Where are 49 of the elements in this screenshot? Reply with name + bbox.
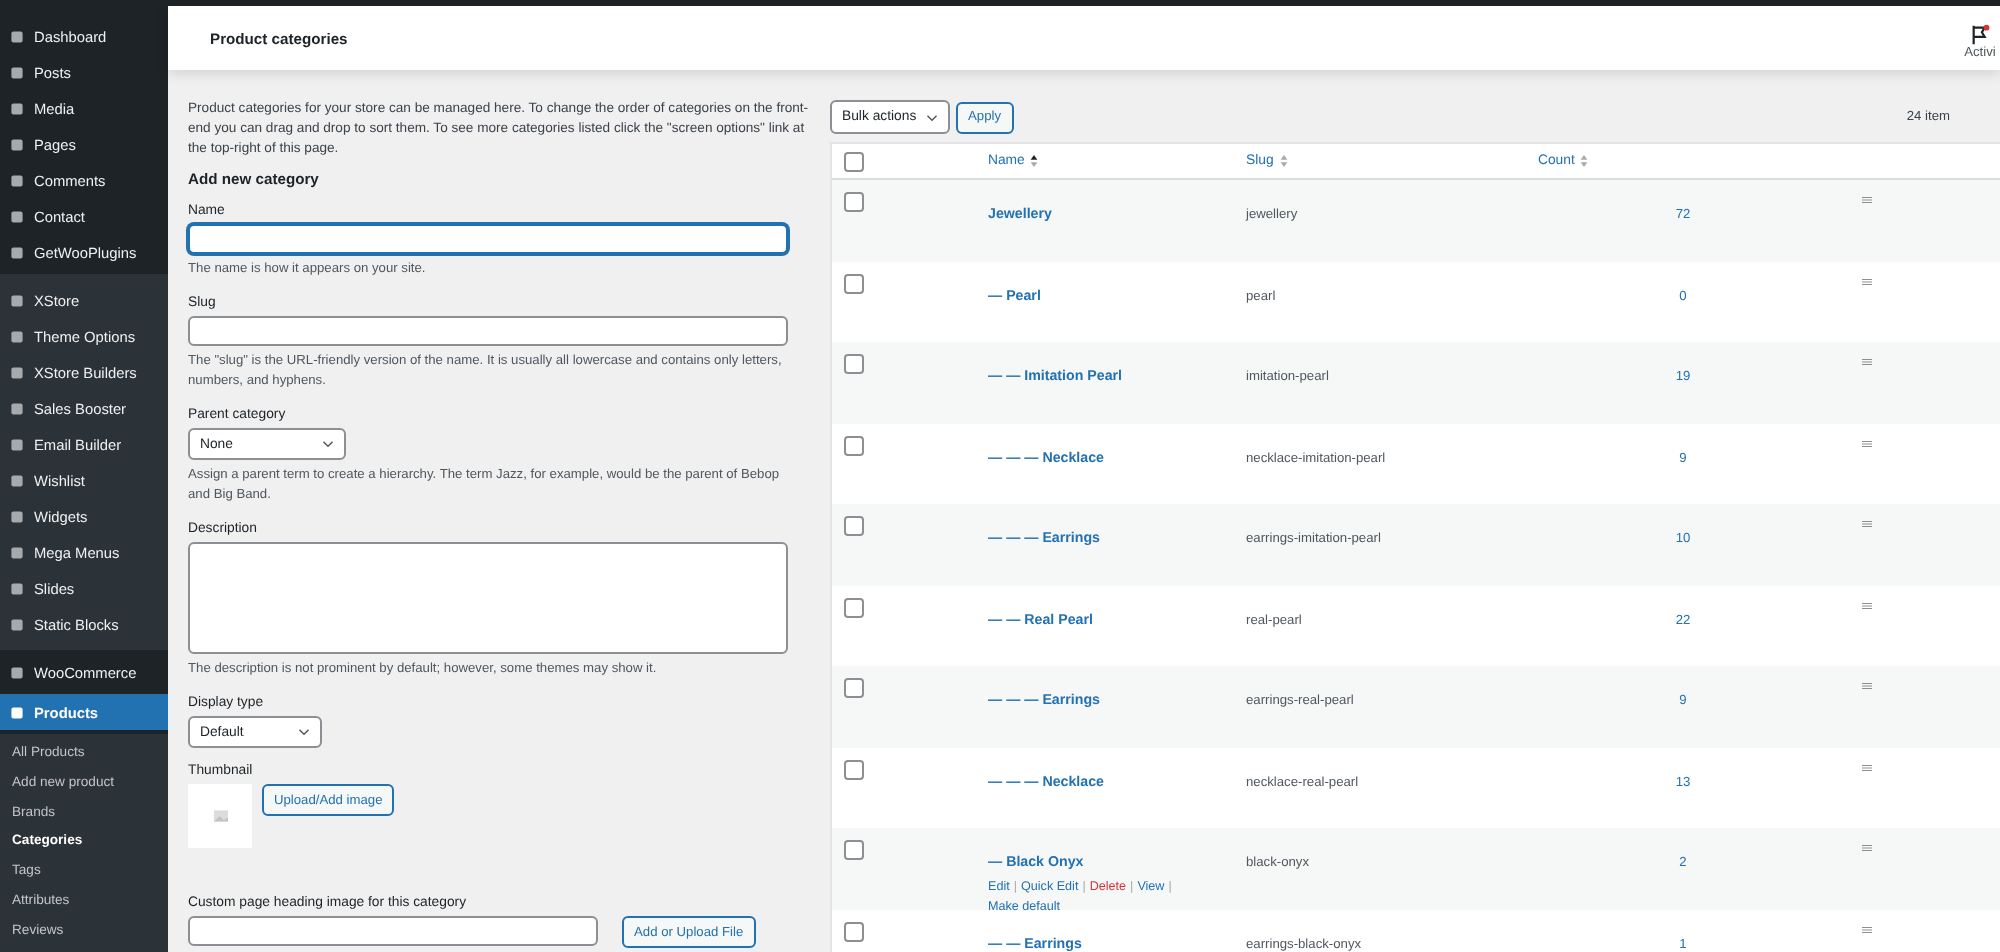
row-checkbox[interactable] xyxy=(844,597,864,617)
square-icon xyxy=(10,665,24,679)
chevron-icon xyxy=(298,728,310,736)
square-icon xyxy=(10,401,24,415)
drag-handle-icon[interactable] xyxy=(1862,601,1872,609)
description-field[interactable] xyxy=(188,542,788,654)
drag-handle-icon[interactable] xyxy=(1862,520,1872,528)
chevron-icon xyxy=(322,440,334,448)
square-icon xyxy=(10,245,24,259)
drag-handle-icon[interactable] xyxy=(1862,682,1872,690)
row-checkbox[interactable] xyxy=(844,354,864,374)
square-icon xyxy=(10,293,24,307)
row-checkbox[interactable] xyxy=(844,192,864,212)
square-icon xyxy=(10,617,24,631)
drag-handle-icon[interactable] xyxy=(1862,925,1872,933)
square-icon xyxy=(10,209,24,223)
square-icon xyxy=(10,581,24,595)
image-icon xyxy=(213,810,227,822)
flag-icon xyxy=(1969,24,1991,46)
row-checkbox[interactable] xyxy=(844,273,864,293)
square-icon xyxy=(10,545,24,559)
name-field[interactable] xyxy=(188,224,788,254)
row-checkbox[interactable] xyxy=(844,516,864,536)
square-icon xyxy=(10,509,24,523)
row-checkbox[interactable] xyxy=(844,759,864,779)
heading-image-field[interactable] xyxy=(188,916,598,946)
row-checkbox[interactable] xyxy=(844,840,864,860)
drag-handle-icon[interactable] xyxy=(1862,196,1872,204)
chevron-icon xyxy=(926,113,938,121)
square-icon xyxy=(10,329,24,343)
square-icon xyxy=(10,365,24,379)
row-checkbox[interactable] xyxy=(844,435,864,455)
square-icon xyxy=(10,101,24,115)
square-icon xyxy=(10,437,24,451)
drag-handle-icon[interactable] xyxy=(1862,844,1872,852)
square-icon xyxy=(10,173,24,187)
slug-field[interactable] xyxy=(188,316,788,346)
square-icon xyxy=(10,473,24,487)
square-icon xyxy=(10,29,24,43)
row-checkbox[interactable] xyxy=(844,921,864,941)
row-checkbox[interactable] xyxy=(844,678,864,698)
drag-handle-icon[interactable] xyxy=(1862,439,1872,447)
drag-handle-icon[interactable] xyxy=(1862,763,1872,771)
square-icon xyxy=(10,65,24,79)
square-icon xyxy=(10,137,24,151)
select-all-checkbox[interactable] xyxy=(844,151,864,171)
drag-handle-icon[interactable] xyxy=(1862,277,1872,285)
square-icon xyxy=(10,705,24,719)
drag-handle-icon[interactable] xyxy=(1862,358,1872,366)
